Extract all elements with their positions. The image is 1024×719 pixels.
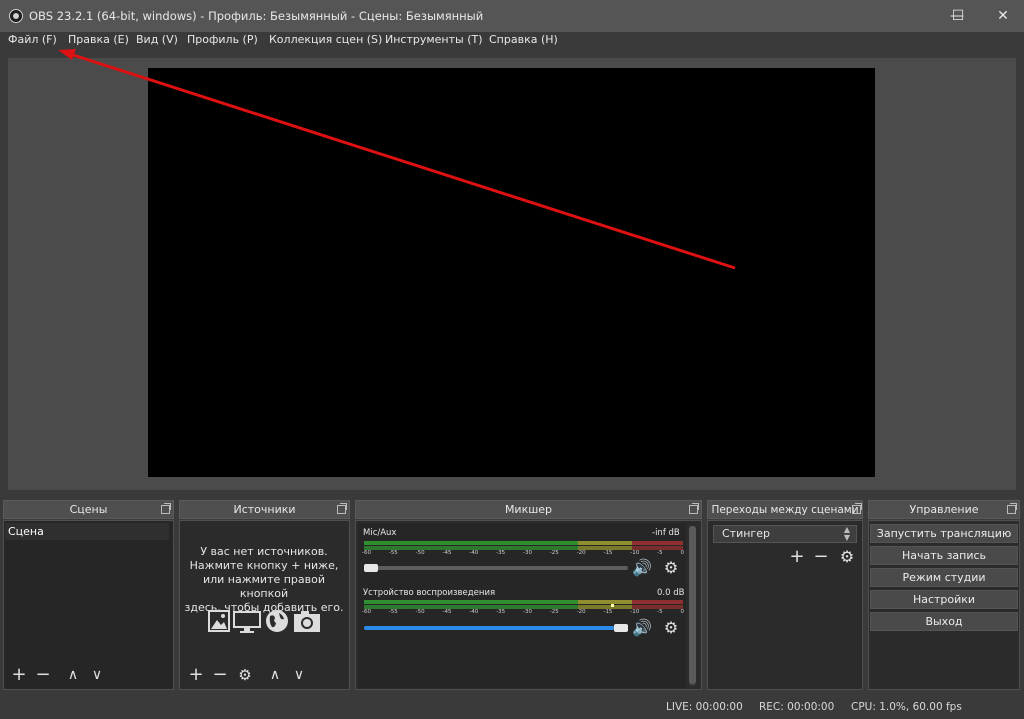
meter-tick: -60 xyxy=(362,609,371,615)
cpu-status: CPU: 1.0%, 60.00 fps xyxy=(851,701,962,713)
meter-green-segment xyxy=(364,541,578,545)
transition-select[interactable]: Стингер xyxy=(713,525,857,543)
meter-tick: -15 xyxy=(603,609,613,615)
no-sources-line: Нажмите кнопку + ниже, xyxy=(189,559,339,572)
channel-settings-button[interactable]: ⚙ xyxy=(660,618,682,638)
browser-source-icon xyxy=(266,610,288,632)
meter-yellow-segment xyxy=(577,600,632,604)
float-dock-icon[interactable] xyxy=(689,503,699,514)
transitions-dock-header: Переходы между сценами xyxy=(707,500,863,519)
no-sources-line: У вас нет источников. xyxy=(200,545,328,558)
add-transition-button[interactable]: + xyxy=(786,547,808,567)
settings-button[interactable]: Настройки xyxy=(870,590,1018,609)
meter-tick: -45 xyxy=(442,609,452,615)
meter-tick: -40 xyxy=(469,609,479,615)
display-capture-icon xyxy=(233,611,261,633)
volume-slider-handle[interactable] xyxy=(364,564,378,572)
meter-tick: -30 xyxy=(522,609,532,615)
move-scene-up-button[interactable]: ∧ xyxy=(62,665,84,685)
meter-tick: -25 xyxy=(549,550,559,556)
meter-tick: -40 xyxy=(469,550,479,556)
meter-tick: -25 xyxy=(549,609,559,615)
speaker-icon[interactable]: 🔊 xyxy=(631,618,653,638)
scenes-dock-header: Сцены xyxy=(3,500,174,519)
scene-list-item[interactable]: Сцена xyxy=(5,523,169,540)
meter-tick: -60 xyxy=(362,550,371,556)
arrow-shaft xyxy=(69,52,736,270)
transitions-panel xyxy=(707,520,863,690)
volume-slider-fill xyxy=(364,626,614,630)
meter-tick: -55 xyxy=(388,609,398,615)
volume-slider-track[interactable] xyxy=(364,566,628,570)
meter-tick: -35 xyxy=(496,550,506,556)
meter-red-segment xyxy=(631,600,683,604)
audio-meter xyxy=(364,541,683,545)
image-source-icon xyxy=(208,610,230,632)
video-capture-icon xyxy=(294,611,320,632)
volume-slider-handle[interactable] xyxy=(614,624,628,632)
add-scene-button[interactable]: + xyxy=(8,665,30,685)
meter-tick: -20 xyxy=(576,550,586,556)
meter-tick: -5 xyxy=(657,609,663,615)
meter-tick: -35 xyxy=(496,609,506,615)
meter-tick: -30 xyxy=(522,550,532,556)
mixer-scrollbar-thumb[interactable] xyxy=(689,526,696,684)
audio-meter xyxy=(364,600,683,604)
remove-transition-button[interactable]: − xyxy=(810,547,832,567)
meter-scale: -60 -55 -50 -45 -40 -35 -30 -25 -20 -15 … xyxy=(362,609,684,615)
meter-green-segment xyxy=(364,600,578,604)
meter-tick: -10 xyxy=(630,609,640,615)
mixer-level-readout: -inf dB xyxy=(652,528,680,538)
meter-red-segment xyxy=(631,541,683,545)
source-properties-button[interactable]: ⚙ xyxy=(234,665,256,685)
transition-spinner-icon[interactable]: ▲ ▼ xyxy=(838,526,856,542)
start-recording-button[interactable]: Начать запись xyxy=(870,546,1018,565)
mixer-dock-header: Микшер xyxy=(355,500,702,519)
exit-button[interactable]: Выход xyxy=(870,612,1018,631)
rec-status: REC: 00:00:00 xyxy=(759,701,835,713)
meter-tick: 0 xyxy=(680,550,684,556)
channel-settings-button[interactable]: ⚙ xyxy=(660,558,682,578)
meter-yellow-segment xyxy=(577,541,632,545)
controls-dock-title: Управление xyxy=(909,503,979,516)
float-dock-icon[interactable] xyxy=(852,503,862,514)
meter-tick: -50 xyxy=(415,550,425,556)
meter-tick: -55 xyxy=(388,550,398,556)
move-source-down-button[interactable]: ∨ xyxy=(288,665,310,685)
float-dock-icon[interactable] xyxy=(1007,503,1017,514)
meter-tick: -10 xyxy=(630,550,640,556)
add-source-button[interactable]: + xyxy=(185,665,207,685)
move-scene-down-button[interactable]: ∨ xyxy=(86,665,108,685)
no-sources-message: У вас нет источников. Нажмите кнопку + н… xyxy=(182,545,346,615)
float-dock-icon[interactable] xyxy=(161,503,171,514)
meter-tick: -45 xyxy=(442,550,452,556)
arrow-head xyxy=(58,49,76,60)
meter-tick: -20 xyxy=(576,609,586,615)
transition-properties-button[interactable]: ⚙ xyxy=(836,547,858,567)
mixer-channel-name: Mic/Aux xyxy=(363,528,397,538)
studio-mode-button[interactable]: Режим студии xyxy=(870,568,1018,587)
meter-scale: -60 -55 -50 -45 -40 -35 -30 -25 -20 -15 … xyxy=(362,550,684,556)
sources-dock-title: Источники xyxy=(233,503,296,516)
controls-dock-header: Управление xyxy=(868,500,1020,519)
meter-tick: -15 xyxy=(603,550,613,556)
speaker-icon[interactable]: 🔊 xyxy=(631,558,653,578)
peak-indicator xyxy=(611,604,614,607)
no-sources-line: или нажмите правой кнопкой xyxy=(202,573,326,600)
remove-source-button[interactable]: − xyxy=(209,665,231,685)
sources-dock-header: Источники xyxy=(179,500,350,519)
meter-tick: -50 xyxy=(415,609,425,615)
scenes-dock-title: Сцены xyxy=(69,503,108,516)
float-dock-icon[interactable] xyxy=(337,503,347,514)
transitions-dock-title: Переходы между сценами xyxy=(711,503,859,516)
mixer-level-readout: 0.0 dB xyxy=(657,588,685,598)
meter-tick: 0 xyxy=(680,609,684,615)
live-status: LIVE: 00:00:00 xyxy=(666,701,743,713)
mixer-dock-title: Микшер xyxy=(504,503,553,516)
remove-scene-button[interactable]: − xyxy=(32,665,54,685)
move-source-up-button[interactable]: ∧ xyxy=(264,665,286,685)
mixer-channel-name: Устройство воспроизведения xyxy=(363,588,496,598)
start-streaming-button[interactable]: Запустить трансляцию xyxy=(870,524,1018,543)
meter-tick: -5 xyxy=(657,550,663,556)
